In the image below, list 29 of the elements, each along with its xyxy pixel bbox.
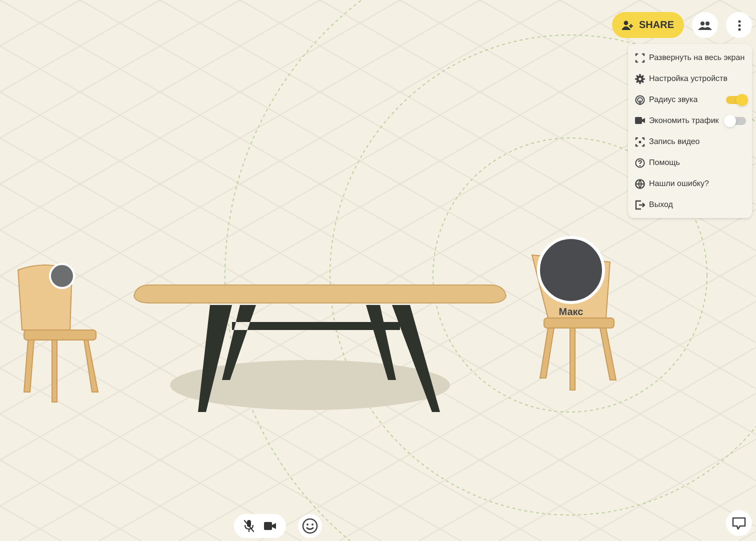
menu-item[interactable]: Нашли ошибку?	[649, 178, 709, 190]
menu-item[interactable]: Экономить трафик	[649, 114, 719, 126]
muted-microphone-icon	[244, 520, 254, 532]
fullscreen-icon	[634, 52, 644, 62]
gear-icon	[634, 74, 644, 84]
smiley-icon	[302, 518, 318, 534]
menu-item[interactable]: Настройка устройств	[649, 72, 728, 84]
menu-item[interactable]: Запись видео	[649, 136, 700, 148]
menu-item[interactable]: Радиус звука	[649, 94, 698, 106]
globe-icon	[634, 178, 644, 188]
toggle-switch[interactable]	[726, 96, 746, 104]
toggle-switch[interactable]	[726, 116, 746, 124]
camera-button[interactable]	[264, 522, 276, 530]
menu-item[interactable]: Развернуть на весь экран	[649, 52, 745, 64]
add-person-icon	[622, 20, 634, 30]
camera-icon	[264, 522, 276, 530]
record-icon	[634, 136, 644, 146]
microphone-button[interactable]	[244, 520, 254, 532]
participant-name: Макс	[558, 306, 584, 320]
help-icon	[634, 158, 644, 168]
broadcast-icon	[634, 94, 644, 104]
menu-item[interactable]: Помощь	[649, 156, 680, 168]
people-icon	[698, 20, 712, 30]
menu-icon	[738, 20, 740, 30]
exit-icon	[634, 200, 644, 210]
video-camera-icon	[634, 117, 644, 124]
menu-item[interactable]: Выход	[649, 198, 673, 210]
share-button[interactable]: SHARE	[612, 12, 684, 38]
chat-bubble-icon	[732, 516, 746, 530]
